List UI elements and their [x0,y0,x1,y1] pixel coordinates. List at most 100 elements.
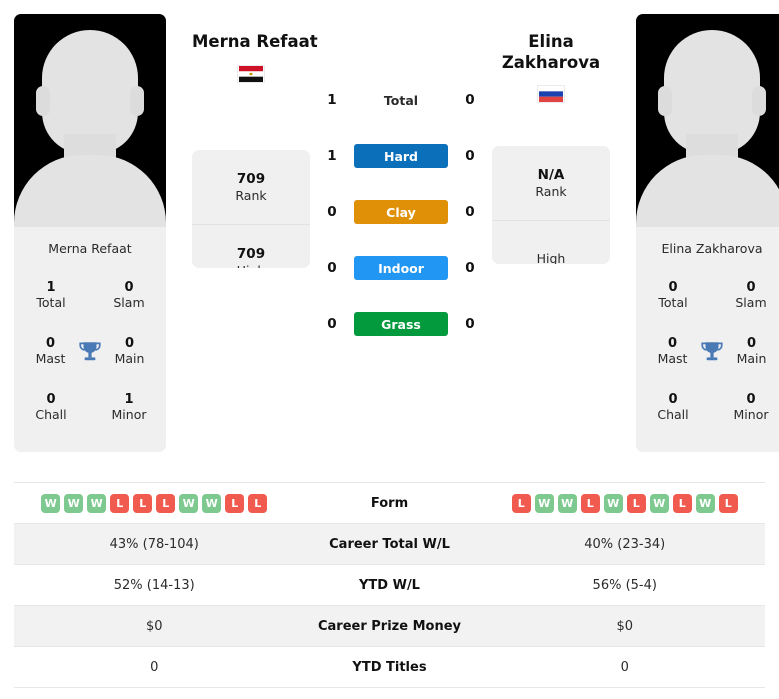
titles-value: 1 [124,392,134,408]
row-value-left: $0 [145,618,163,634]
h2h-score-left: 0 [327,204,337,220]
titles-main-right: 0 Main [725,336,778,367]
h2h-score-right: 0 [465,204,475,220]
titles-minor-right: 0 Minor [724,392,778,423]
avatar-body [14,155,166,227]
form-badge-win[interactable]: W [534,493,554,513]
trophy-icon [701,342,723,361]
titles-label: Chall [35,407,67,423]
info-label: High [237,263,266,268]
titles-value: 0 [746,392,756,408]
head-to-head-header: Merna Refaat 1 Total 0 Slam 0 Mast 0 Mai… [0,0,779,452]
h2h-badge-hard[interactable]: Hard [354,144,448,168]
titles-value: 0 [668,392,678,408]
info-label: Rank [535,183,567,199]
form-badge-win[interactable]: W [557,493,577,513]
h2h-badge-indoor[interactable]: Indoor [354,256,448,280]
titles-mast-left: 0 Mast [24,336,77,366]
h2h-score-left: 1 [327,92,337,108]
titles-label: Main [736,351,767,367]
h2h-score-right: 0 [465,92,475,108]
h2h-row-indoor: 0 Indoor 0 [310,240,492,296]
titles-value: 0 [124,336,135,352]
info-rank-right: N/A Rank [492,146,610,221]
titles-slam-left: 0 Slam [102,280,156,310]
titles-grid-left: 1 Total 0 Slam 0 Mast 0 Main 0 Chall 1 M… [14,268,166,452]
form-badge-loss[interactable]: L [248,493,268,513]
form-badge-loss[interactable]: L [110,493,130,513]
titles-value: 0 [45,336,56,352]
form-badge-win[interactable]: W [603,493,623,513]
titles-total-left: 1 Total [24,280,78,311]
row-value-right: 0 [620,659,629,675]
form-badge-loss[interactable]: L [718,493,738,513]
form-badge-win[interactable]: W [649,493,669,513]
player-card-right[interactable]: Elina Zakharova 0 Total 0 Slam 0 Mast 0 … [636,14,779,452]
titles-chall-left: 0 Chall [24,392,78,423]
player-photo-caption-right: Elina Zakharova [661,241,763,256]
form-badges-right: LWWLWLWLWL [485,493,766,513]
form-badge-win[interactable]: W [179,493,199,513]
form-badge-win[interactable]: W [41,493,61,513]
row-label: YTD Titles [352,659,427,675]
info-label: High [536,250,566,265]
row-value-right: 40% (23-34) [584,536,666,552]
info-value: 709 [236,246,266,263]
player-info-card-left: 709 Rank 709 High 19 Age Plays [192,150,310,268]
avatar-ear-right [130,86,144,116]
player-info-card-right: N/A Rank High 21 Age Plays [492,146,610,264]
titles-value: 0 [124,280,134,296]
form-badge-loss[interactable]: L [133,493,153,513]
form-badge-win[interactable]: W [64,493,84,513]
player-card-left[interactable]: Merna Refaat 1 Total 0 Slam 0 Mast 0 Mai… [14,14,166,452]
row-label: Career Prize Money [317,618,461,634]
titles-row: 0 Chall 0 Minor [646,380,778,436]
form-badge-loss[interactable]: L [580,493,600,513]
avatar-ear-right [752,86,766,116]
player-photo-right [636,14,779,227]
form-badge-win[interactable]: W [202,493,222,513]
h2h-page: Merna Refaat 1 Total 0 Slam 0 Mast 0 Mai… [0,0,779,699]
avatar-ear-left [658,86,672,116]
form-badge-win[interactable]: W [87,493,107,513]
player-name-right[interactable]: Elina Zakharova [492,32,610,73]
info-value: N/A [537,167,565,184]
player-photo-left [14,14,166,227]
titles-value: 0 [746,280,756,296]
table-row-career-prize-money: $0 Career Prize Money $0 [14,606,765,647]
titles-chall-right: 0 Chall [646,392,700,422]
form-badge-loss[interactable]: L [156,493,176,513]
row-value-right: $0 [616,618,634,634]
titles-row: 0 Chall 1 Minor [24,380,156,436]
player-name-block-right: Elina Zakharova [492,14,610,132]
form-badge-loss[interactable]: L [225,493,245,513]
titles-value: 0 [746,336,757,352]
row-value-right: 56% (5-4) [592,577,657,593]
h2h-score-left: 0 [327,260,337,276]
titles-row: 0 Mast 0 Main [24,324,156,380]
h2h-badge-clay[interactable]: Clay [354,200,448,224]
row-label: Form [370,495,409,511]
comparison-table: WWWLLLWWLL Form LWWLWLWLWL 43% (78-104) … [14,482,765,688]
titles-row: 0 Total 0 Slam [646,268,778,324]
titles-label: Mast [657,351,688,367]
form-badge-loss[interactable]: L [511,493,531,513]
h2h-score-left: 0 [327,316,337,332]
h2h-score-right: 0 [465,148,475,164]
player-name-left[interactable]: Merna Refaat [192,32,318,53]
titles-grid-right: 0 Total 0 Slam 0 Mast 0 Main 0 Chall 0 M… [636,268,779,452]
titles-label: Minor [733,407,769,423]
trophy-icon [79,342,101,361]
titles-mast-right: 0 Mast [646,336,699,367]
info-rank-left: 709 Rank [192,150,310,225]
form-badge-loss[interactable]: L [672,493,692,513]
table-row-ytd-titles: 0 YTD Titles 0 [14,647,765,688]
titles-label: Total [36,295,66,311]
info-label: Rank [235,187,267,203]
form-badge-win[interactable]: W [695,493,715,513]
titles-main-left: 0 Main [103,336,156,366]
form-badge-loss[interactable]: L [626,493,646,513]
h2h-badge-grass[interactable]: Grass [354,312,448,336]
info-value: 709 [236,171,266,188]
h2h-score-right: 0 [465,316,475,332]
